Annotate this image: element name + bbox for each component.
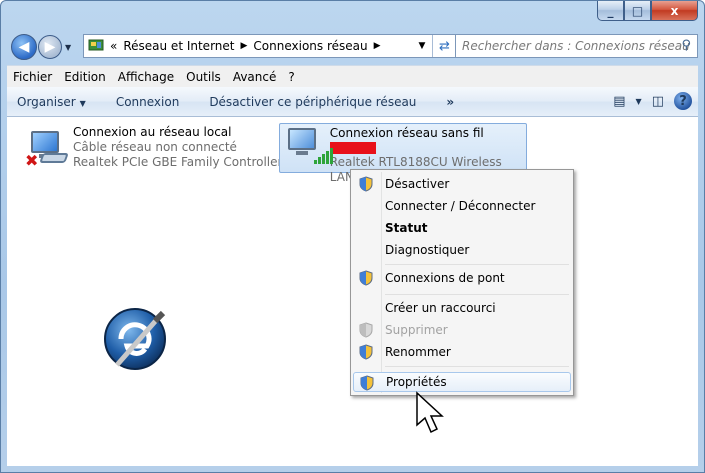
wired-network-icon: ✖ [25, 125, 73, 170]
menu-item-disable[interactable]: Désactiver [353, 174, 571, 194]
forward-button[interactable]: ▶ [38, 35, 62, 59]
local-connection-device: Realtek PCIe GBE Family Controller [73, 155, 283, 169]
shield-icon [359, 344, 373, 360]
menu-edit[interactable]: Edition [64, 70, 106, 84]
wireless-connection-item[interactable]: Connexion réseau sans fil Realtek RTL818… [279, 123, 527, 184]
breadcrumb-network-internet[interactable]: Réseau et Internet [123, 39, 240, 53]
local-connection-name: Connexion au réseau local [73, 125, 232, 139]
breadcrumb-network-connections[interactable]: Connexions réseau [253, 39, 373, 53]
chevron-down-icon: ▼ [79, 98, 86, 108]
menu-item-create-shortcut[interactable]: Créer un raccourci [353, 298, 571, 318]
recent-pages-dropdown[interactable]: ▼ [65, 43, 75, 52]
local-connection-status: Câble réseau non connecté [73, 140, 237, 154]
disconnected-x-icon: ✖ [25, 151, 39, 170]
search-icon[interactable]: ⚲ [681, 38, 691, 53]
connect-button[interactable]: Connexion [116, 95, 180, 109]
redacted-network-name [329, 142, 376, 154]
chevron-down-icon[interactable]: ▼ [636, 97, 642, 106]
back-button[interactable]: ◀ [11, 34, 37, 60]
menu-item-bridge-connections[interactable]: Connexions de pont [353, 268, 571, 288]
local-connection-item[interactable]: ✖ Connexion au réseau local Câble réseau… [25, 125, 282, 170]
wireless-network-icon [286, 126, 333, 170]
shield-icon [359, 322, 373, 338]
menu-item-label: Connecter / Déconnecter [385, 199, 536, 213]
navigation-bar: ◀ ▶ ▼ « Réseau et Internet ▶ Connexions … [11, 33, 698, 61]
menu-tools[interactable]: Outils [186, 70, 221, 84]
menu-item-label: Créer un raccourci [385, 301, 496, 315]
menu-item-label: Désactiver [385, 177, 450, 191]
breadcrumb-separator-icon[interactable]: ▶ [240, 41, 253, 51]
help-icon[interactable]: ? [674, 92, 692, 110]
menu-item-status[interactable]: Statut [353, 218, 571, 238]
address-prefix[interactable]: « [110, 39, 123, 53]
menu-bar: Fichier Edition Affichage Outils Avancé … [7, 65, 698, 87]
view-controls: ▤ ▼ ◫ ? [603, 92, 692, 110]
context-menu: Désactiver Connecter / Déconnecter Statu… [350, 169, 574, 396]
menu-item-label: Statut [385, 221, 428, 235]
wireless-connection-name: Connexion réseau sans fil [329, 126, 484, 140]
menu-advanced[interactable]: Avancé [233, 70, 277, 84]
menu-item-label: Propriétés [386, 375, 447, 389]
shield-icon [359, 176, 373, 192]
preview-pane-icon[interactable]: ◫ [652, 94, 664, 109]
mouse-cursor-icon [416, 391, 444, 434]
caption-buttons: _ □ x [597, 1, 698, 21]
menu-item-connect-disconnect[interactable]: Connecter / Déconnecter [353, 196, 571, 216]
address-bar[interactable]: « Réseau et Internet ▶ Connexions réseau… [83, 34, 457, 58]
close-button[interactable]: x [651, 1, 698, 21]
control-panel-icon [88, 39, 104, 51]
signal-strength-icon [314, 148, 334, 164]
more-commands-button[interactable]: » [446, 95, 454, 109]
breadcrumb-separator-icon[interactable]: ▶ [374, 41, 387, 51]
change-view-icon[interactable]: ▤ [613, 94, 625, 109]
organize-label: Organiser [17, 94, 76, 109]
menu-view[interactable]: Affichage [118, 70, 174, 84]
menu-file[interactable]: Fichier [13, 70, 52, 84]
menu-item-delete: Supprimer [353, 320, 571, 340]
menu-item-label: Supprimer [385, 323, 448, 337]
shield-icon [360, 375, 374, 391]
watermark-logo-icon [104, 308, 166, 370]
search-input[interactable]: Rechercher dans : Connexions réseau ⚲ [455, 34, 698, 58]
menu-item-label: Connexions de pont [385, 271, 505, 285]
search-placeholder: Rechercher dans : Connexions réseau [462, 39, 690, 53]
refresh-icon[interactable]: ⇄ [432, 35, 456, 57]
menu-item-rename[interactable]: Renommer [353, 342, 571, 362]
organize-button[interactable]: Organiser ▼ [17, 95, 86, 109]
menu-help[interactable]: ? [288, 70, 294, 84]
shield-icon [359, 270, 373, 286]
address-dropdown-icon[interactable]: ▼ [412, 35, 432, 57]
menu-item-label: Renommer [385, 345, 451, 359]
disable-device-button[interactable]: Désactiver ce périphérique réseau [209, 95, 416, 109]
minimize-button[interactable]: _ [597, 1, 624, 21]
menu-item-properties[interactable]: Propriétés [353, 372, 571, 392]
menu-item-diagnose[interactable]: Diagnostiquer [353, 240, 571, 260]
menu-item-label: Diagnostiquer [385, 243, 470, 257]
maximize-button[interactable]: □ [624, 1, 651, 21]
explorer-window: _ □ x ◀ ▶ ▼ « Réseau et Internet ▶ Conne… [0, 0, 705, 473]
command-bar: Organiser ▼ Connexion Désactiver ce périp… [7, 87, 698, 117]
